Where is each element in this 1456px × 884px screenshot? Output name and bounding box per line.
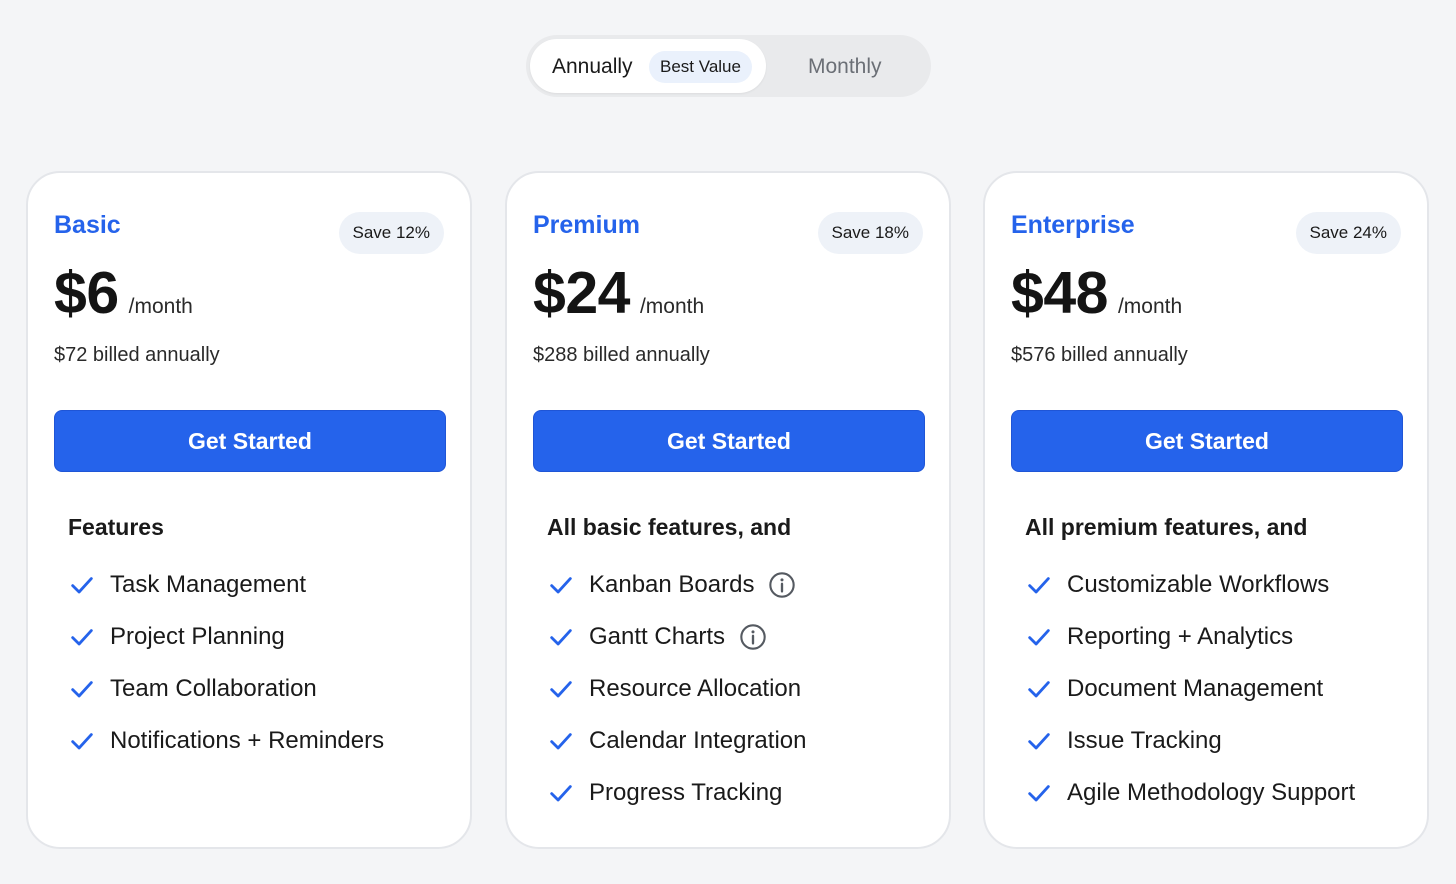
check-icon bbox=[550, 681, 572, 698]
get-started-button[interactable]: Get Started bbox=[54, 410, 446, 472]
feature-item: Reporting + Analytics bbox=[1025, 611, 1355, 663]
price-row: $48 /month bbox=[1011, 259, 1182, 327]
billed-annually-text: $72 billed annually bbox=[54, 344, 220, 366]
billed-annually-text: $576 billed annually bbox=[1011, 344, 1188, 366]
plan-card-premium: Premium Save 18% $24 /month $288 billed … bbox=[505, 171, 951, 849]
check-icon bbox=[71, 681, 93, 698]
feature-label: Progress Tracking bbox=[589, 779, 783, 806]
plan-card-enterprise: Enterprise Save 24% $48 /month $576 bill… bbox=[983, 171, 1429, 849]
features-heading: Features bbox=[68, 514, 164, 540]
check-icon bbox=[550, 733, 572, 750]
feature-item: Notifications + Reminders bbox=[68, 715, 384, 767]
price-row: $24 /month bbox=[533, 259, 704, 327]
toggle-annually-option[interactable]: Annually Best Value bbox=[530, 39, 766, 93]
price: $48 bbox=[1011, 260, 1108, 326]
feature-item: Agile Methodology Support bbox=[1025, 767, 1355, 819]
save-badge: Save 12% bbox=[338, 212, 444, 254]
feature-item: Task Management bbox=[68, 559, 384, 611]
billing-toggle[interactable]: Annually Best Value Monthly bbox=[526, 35, 931, 97]
features-heading: All basic features, and bbox=[547, 514, 792, 540]
feature-item: Team Collaboration bbox=[68, 663, 384, 715]
price-period: /month bbox=[128, 295, 193, 318]
check-icon bbox=[71, 577, 93, 594]
save-badge: Save 18% bbox=[817, 212, 923, 254]
best-value-badge: Best Value bbox=[649, 51, 752, 83]
feature-label: Team Collaboration bbox=[110, 675, 317, 702]
check-icon bbox=[550, 629, 572, 646]
toggle-annually-label: Annually bbox=[552, 55, 633, 78]
feature-label: Resource Allocation bbox=[589, 675, 802, 702]
check-icon bbox=[1028, 577, 1050, 594]
feature-item: Gantt Charts bbox=[547, 611, 806, 663]
plan-name: Basic bbox=[54, 211, 121, 239]
get-started-button[interactable]: Get Started bbox=[1011, 410, 1403, 472]
price-row: $6 /month bbox=[54, 259, 193, 327]
features-heading: All premium features, and bbox=[1025, 514, 1308, 540]
toggle-monthly-label: Monthly bbox=[808, 55, 882, 78]
check-icon bbox=[550, 577, 572, 594]
toggle-monthly-option[interactable]: Monthly bbox=[766, 39, 927, 93]
plan-card-basic: Basic Save 12% $6 /month $72 billed annu… bbox=[26, 171, 472, 849]
check-icon bbox=[1028, 785, 1050, 802]
feature-item: Resource Allocation bbox=[547, 663, 806, 715]
feature-label: Kanban Boards bbox=[589, 571, 755, 598]
feature-list: Customizable Workflows Reporting + Analy… bbox=[1025, 559, 1355, 819]
feature-item: Calendar Integration bbox=[547, 715, 806, 767]
get-started-button[interactable]: Get Started bbox=[533, 410, 925, 472]
feature-list: Task Management Project Planning Team Co… bbox=[68, 559, 384, 767]
plan-name: Premium bbox=[533, 211, 640, 239]
info-icon[interactable] bbox=[739, 623, 767, 651]
feature-label: Issue Tracking bbox=[1067, 727, 1222, 754]
feature-label: Task Management bbox=[110, 571, 307, 598]
price-period: /month bbox=[639, 295, 705, 318]
feature-item: Project Planning bbox=[68, 611, 384, 663]
price: $6 bbox=[54, 260, 119, 326]
check-icon bbox=[71, 733, 93, 750]
feature-label: Gantt Charts bbox=[589, 623, 726, 650]
feature-list: Kanban Boards Gantt Charts Resource Allo… bbox=[547, 559, 806, 819]
feature-label: Project Planning bbox=[110, 623, 285, 650]
info-icon[interactable] bbox=[768, 571, 796, 599]
feature-label: Reporting + Analytics bbox=[1067, 623, 1294, 650]
feature-item: Issue Tracking bbox=[1025, 715, 1355, 767]
feature-item: Document Management bbox=[1025, 663, 1355, 715]
feature-label: Customizable Workflows bbox=[1067, 571, 1330, 598]
feature-label: Agile Methodology Support bbox=[1067, 779, 1356, 806]
feature-item: Customizable Workflows bbox=[1025, 559, 1355, 611]
save-badge: Save 24% bbox=[1295, 212, 1401, 254]
check-icon bbox=[1028, 681, 1050, 698]
feature-item: Kanban Boards bbox=[547, 559, 806, 611]
check-icon bbox=[71, 629, 93, 646]
feature-item: Progress Tracking bbox=[547, 767, 806, 819]
feature-label: Notifications + Reminders bbox=[110, 727, 385, 754]
check-icon bbox=[550, 785, 572, 802]
price: $24 bbox=[533, 260, 630, 326]
check-icon bbox=[1028, 629, 1050, 646]
check-icon bbox=[1028, 733, 1050, 750]
billed-annually-text: $288 billed annually bbox=[533, 344, 710, 366]
price-period: /month bbox=[1117, 295, 1183, 318]
feature-label: Calendar Integration bbox=[589, 727, 807, 754]
feature-label: Document Management bbox=[1067, 675, 1324, 702]
plan-name: Enterprise bbox=[1011, 211, 1135, 239]
